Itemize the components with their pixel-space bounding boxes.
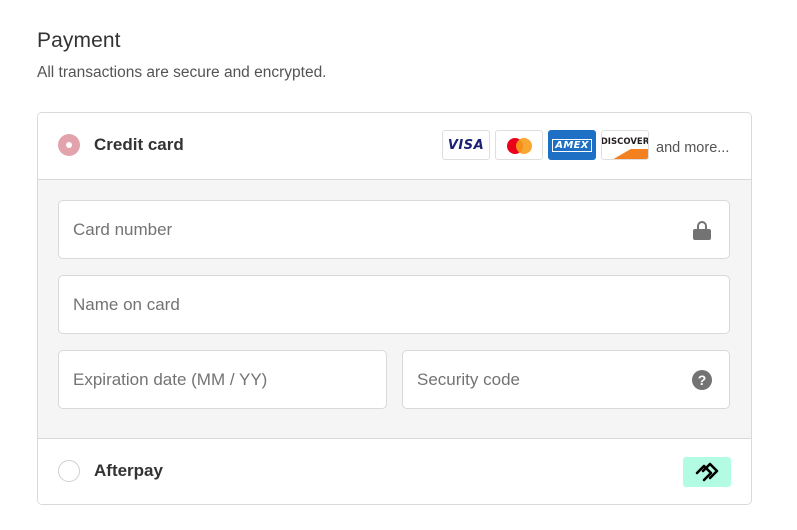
name-on-card-placeholder: Name on card bbox=[73, 295, 180, 314]
payment-methods-panel: Credit card VISA AMEX DISCOVER and more.… bbox=[37, 112, 752, 505]
credit-card-form: Card number Name on card Expiration date… bbox=[38, 180, 751, 439]
payment-heading: Payment bbox=[37, 29, 121, 52]
credit-card-radio[interactable] bbox=[58, 134, 80, 156]
payment-page: Payment All transactions are secure and … bbox=[0, 0, 797, 530]
help-icon[interactable]: ? bbox=[692, 370, 712, 390]
visa-logo: VISA bbox=[442, 130, 490, 160]
afterpay-label: Afterpay bbox=[94, 461, 163, 480]
card-number-placeholder: Card number bbox=[73, 220, 173, 239]
and-more-text: and more... bbox=[656, 140, 730, 156]
afterpay-logo-icon bbox=[683, 457, 731, 487]
name-on-card-field[interactable]: Name on card bbox=[58, 275, 730, 334]
lock-icon bbox=[693, 221, 711, 240]
amex-text: AMEX bbox=[552, 138, 592, 152]
afterpay-radio[interactable] bbox=[58, 460, 80, 482]
expiration-date-placeholder: Expiration date (MM / YY) bbox=[73, 370, 268, 389]
mastercard-yellow-circle bbox=[516, 138, 532, 154]
afterpay-option[interactable]: Afterpay bbox=[38, 439, 751, 504]
amex-logo: AMEX bbox=[548, 130, 596, 160]
security-code-field[interactable]: Security code ? bbox=[402, 350, 730, 409]
security-code-placeholder: Security code bbox=[417, 370, 520, 389]
credit-card-label: Credit card bbox=[94, 135, 184, 154]
visa-text: VISA bbox=[447, 137, 485, 153]
card-number-field[interactable]: Card number bbox=[58, 200, 730, 259]
discover-text: DISCOVER bbox=[601, 137, 649, 147]
credit-card-option[interactable]: Credit card VISA AMEX DISCOVER and more.… bbox=[38, 113, 751, 180]
discover-logo: DISCOVER bbox=[601, 130, 649, 160]
afterpay-arrows-icon bbox=[695, 462, 719, 482]
discover-orange-swoosh bbox=[602, 149, 648, 159]
payment-subtitle: All transactions are secure and encrypte… bbox=[37, 64, 327, 81]
mastercard-logo bbox=[495, 130, 543, 160]
expiration-date-field[interactable]: Expiration date (MM / YY) bbox=[58, 350, 387, 409]
card-brands: VISA AMEX DISCOVER bbox=[442, 130, 649, 160]
